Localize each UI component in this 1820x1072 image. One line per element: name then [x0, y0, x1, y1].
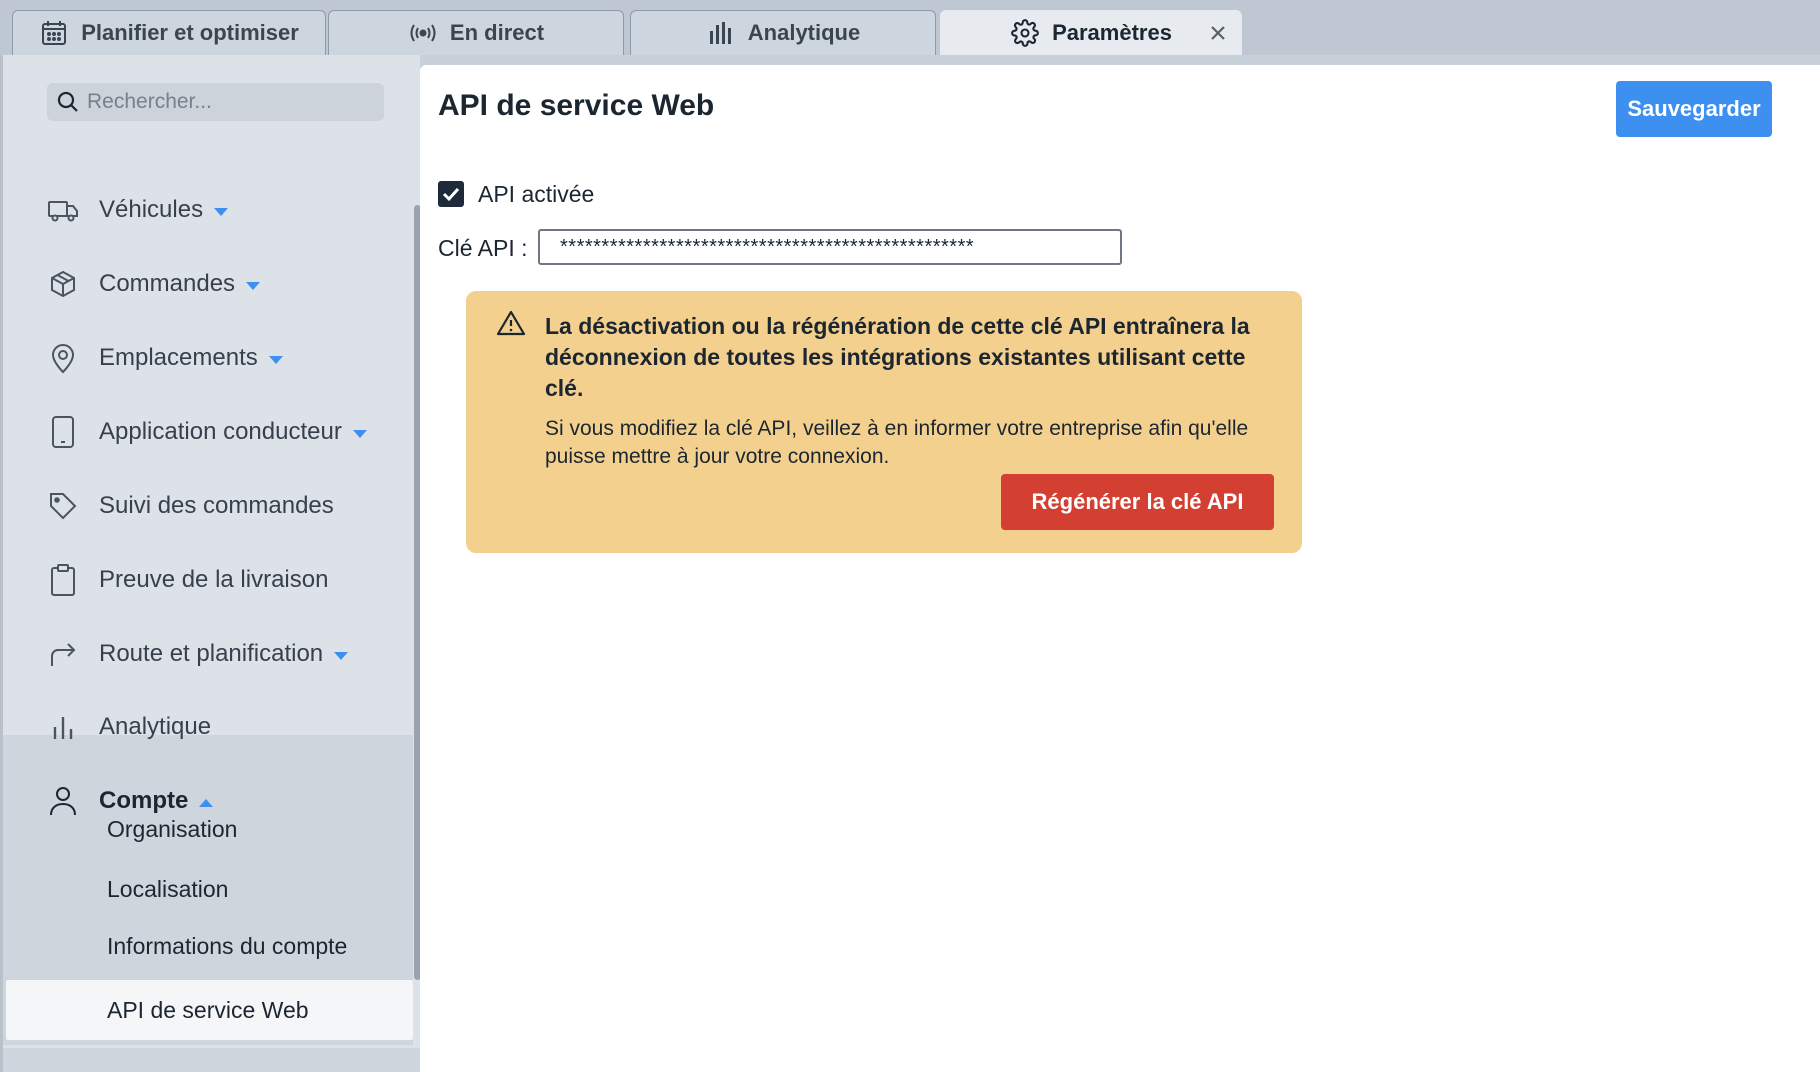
api-key-field[interactable]: ****************************************…	[538, 229, 1122, 265]
main-panel: API de service Web Sauvegarder API activ…	[420, 65, 1820, 1072]
search-box[interactable]	[47, 83, 384, 121]
caret-up-icon	[198, 787, 214, 815]
api-enabled-checkbox[interactable]	[438, 181, 464, 207]
save-button[interactable]: Sauvegarder	[1616, 81, 1772, 137]
sidebar-item-label: Application conducteur	[99, 417, 342, 445]
phone-icon	[46, 415, 80, 449]
truck-icon	[46, 193, 80, 227]
tab-label: Analytique	[747, 20, 861, 45]
warning-body: Si vous modifiez la clé API, veillez à e…	[545, 417, 1249, 468]
caret-down-icon	[213, 196, 229, 224]
route-arrow-icon	[46, 637, 80, 671]
sidebar-item-orders[interactable]: Commandes	[3, 252, 413, 316]
warning-title: La désactivation ou la régénération de c…	[545, 313, 1250, 401]
api-key-label: Clé API :	[438, 235, 528, 261]
caret-down-icon	[268, 344, 284, 372]
sidebar-subitem-web-service-api[interactable]: API de service Web	[107, 997, 309, 1024]
sidebar-item-label: Route et planification	[99, 639, 324, 667]
sidebar-item-label: Analytique	[99, 713, 212, 740]
tag-icon	[46, 489, 80, 523]
tab-settings[interactable]: Paramètres	[940, 10, 1242, 55]
tab-label: Planifier et optimiser	[81, 20, 299, 45]
bar-chart-icon	[46, 710, 80, 744]
tab-analytics[interactable]: Analytique	[630, 10, 936, 55]
gear-icon	[1010, 18, 1040, 48]
sidebar-item-proof-of-delivery[interactable]: Preuve de la livraison	[3, 548, 413, 612]
sidebar-item-driver-app[interactable]: Application conducteur	[3, 400, 413, 464]
page-title: API de service Web	[438, 89, 715, 122]
calendar-icon	[39, 18, 69, 48]
sidebar: Véhicules Commandes Emplacements Applica…	[0, 55, 423, 1072]
warning-box: La désactivation ou la régénération de c…	[466, 291, 1302, 553]
sidebar-item-label: Preuve de la livraison	[99, 566, 329, 593]
sidebar-subitem-organisation[interactable]: Organisation	[107, 816, 237, 843]
sidebar-footer	[3, 1048, 423, 1072]
caret-down-icon	[352, 418, 368, 446]
checkmark-icon	[441, 184, 461, 204]
sidebar-subitem-account-info[interactable]: Informations du compte	[107, 933, 347, 960]
caret-down-icon	[333, 640, 349, 668]
sidebar-item-locations[interactable]: Emplacements	[3, 326, 413, 390]
user-icon	[46, 784, 80, 818]
sidebar-item-order-tracking[interactable]: Suivi des commandes	[3, 474, 413, 538]
broadcast-icon	[408, 18, 438, 48]
sidebar-item-label: Commandes	[99, 269, 236, 297]
box-icon	[46, 267, 80, 301]
regenerate-api-key-button[interactable]: Régénérer la clé API	[1001, 474, 1274, 530]
tab-label: En direct	[449, 20, 545, 45]
caret-down-icon	[245, 270, 261, 298]
sidebar-item-label: Suivi des commandes	[99, 492, 334, 519]
close-icon[interactable]	[1205, 20, 1231, 46]
map-pin-icon	[46, 341, 80, 375]
sidebar-item-analytics[interactable]: Analytique	[3, 695, 413, 759]
warning-triangle-icon	[496, 309, 526, 339]
sidebar-item-label: Emplacements	[99, 343, 258, 371]
tab-plan-optimize[interactable]: Planifier et optimiser	[12, 10, 326, 55]
search-input[interactable]	[87, 90, 367, 114]
bar-chart-icon	[706, 18, 736, 48]
sidebar-item-label: Véhicules	[99, 195, 204, 223]
search-icon	[57, 91, 79, 113]
tab-live[interactable]: En direct	[328, 10, 624, 55]
api-enabled-label: API activée	[478, 181, 595, 207]
sidebar-item-vehicles[interactable]: Véhicules	[3, 178, 413, 242]
clipboard-icon	[46, 563, 80, 597]
sidebar-item-route-planning[interactable]: Route et planification	[3, 622, 413, 686]
tab-bar: Planifier et optimiser En direct Analyti…	[0, 0, 1820, 55]
tab-label: Paramètres	[1052, 20, 1172, 45]
sidebar-item-label: Compte	[99, 786, 189, 814]
sidebar-subitem-localisation[interactable]: Localisation	[107, 876, 228, 903]
